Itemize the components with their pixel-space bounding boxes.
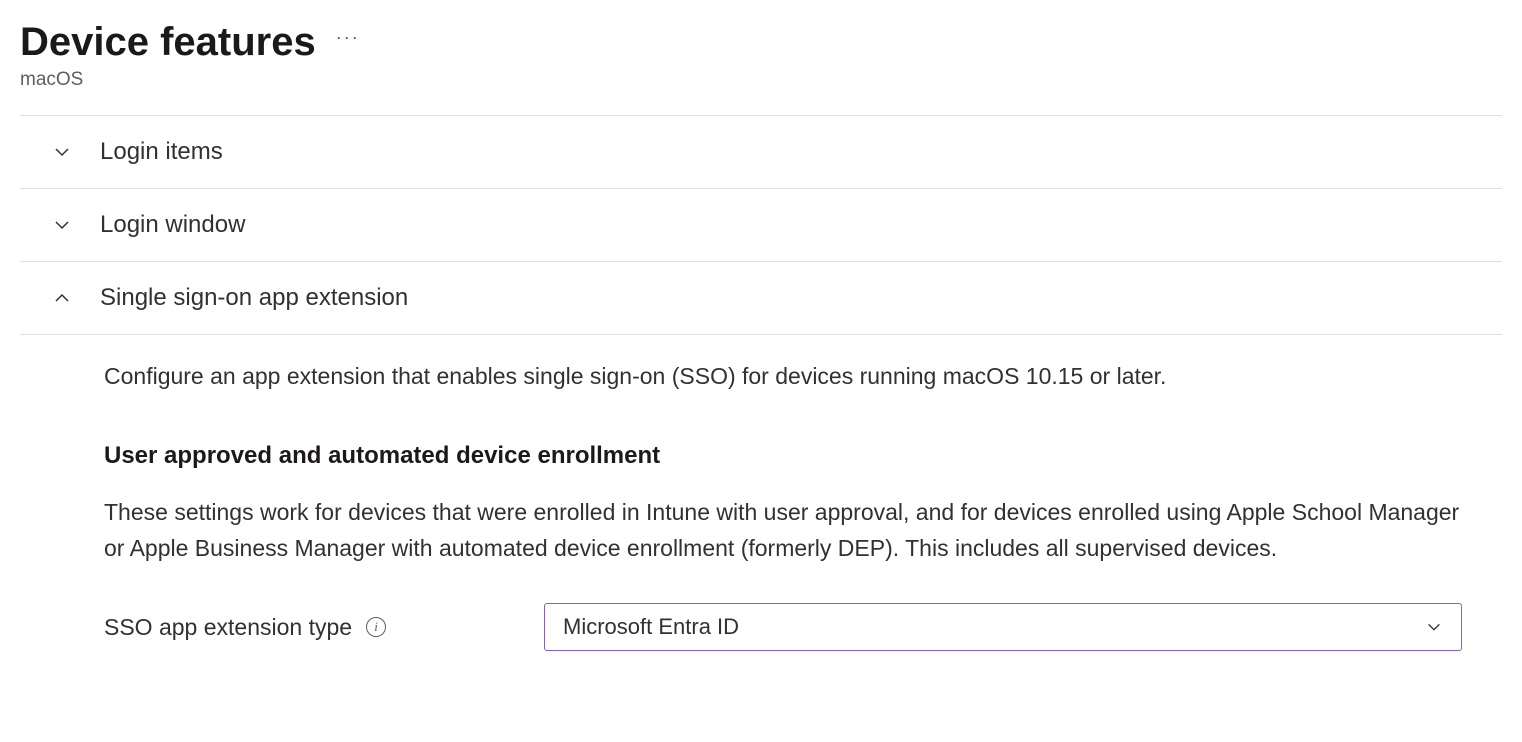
chevron-down-icon xyxy=(1425,618,1443,636)
sso-panel-body: Configure an app extension that enables … xyxy=(20,335,1502,675)
chevron-up-icon xyxy=(52,288,72,308)
page-subtitle: macOS xyxy=(20,69,1502,91)
enrollment-heading: User approved and automated device enrol… xyxy=(104,442,1462,470)
chevron-down-icon xyxy=(52,215,72,235)
sso-description: Configure an app extension that enables … xyxy=(104,359,1462,394)
login-items-panel-header[interactable]: Login items xyxy=(20,116,1502,188)
login-items-title: Login items xyxy=(100,138,223,166)
more-menu-icon[interactable]: ··· xyxy=(336,27,360,58)
login-window-panel-header[interactable]: Login window xyxy=(20,189,1502,261)
sso-type-dropdown[interactable]: Microsoft Entra ID xyxy=(544,603,1462,651)
chevron-down-icon xyxy=(52,142,72,162)
page-title: Device features xyxy=(20,20,316,65)
login-window-title: Login window xyxy=(100,211,245,239)
sso-type-value: Microsoft Entra ID xyxy=(563,614,739,640)
sso-type-label: SSO app extension type xyxy=(104,614,352,641)
info-icon[interactable]: i xyxy=(366,617,386,637)
sso-title: Single sign-on app extension xyxy=(100,284,408,312)
enrollment-text: These settings work for devices that wer… xyxy=(104,494,1462,568)
sso-panel-header[interactable]: Single sign-on app extension xyxy=(20,262,1502,334)
